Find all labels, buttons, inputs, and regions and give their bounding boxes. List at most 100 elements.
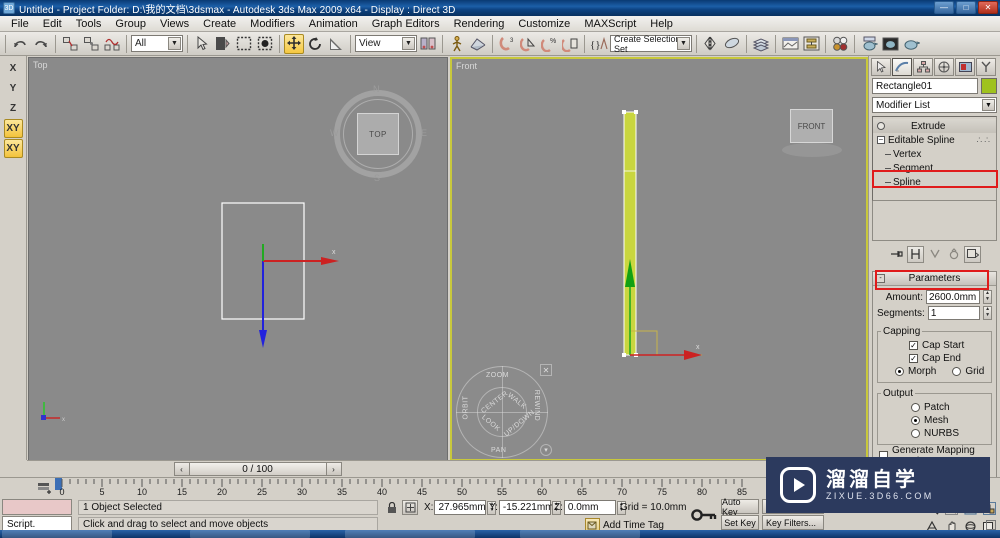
morph-radio[interactable] xyxy=(895,367,904,376)
wheel-rewind-label[interactable]: REWIND xyxy=(533,390,540,421)
amount-spinner[interactable]: ▲ ▼ xyxy=(983,290,992,304)
minimize-button[interactable]: — xyxy=(934,1,954,14)
cap-start-row[interactable]: ✓ Cap Start xyxy=(881,339,988,352)
x-coordinate-field[interactable]: 27.965mm xyxy=(434,500,487,515)
select-and-link-icon[interactable] xyxy=(60,34,80,54)
wheel-orbit-label[interactable]: ORBIT xyxy=(462,396,469,420)
stack-subitem-spline[interactable]: Spline xyxy=(883,175,996,189)
y-coordinate-field[interactable]: -15.221mm xyxy=(498,500,553,515)
nurbs-radio[interactable] xyxy=(911,429,920,438)
cap-end-checkbox[interactable]: ✓ xyxy=(909,354,918,363)
chevron-down-icon[interactable]: ▼ xyxy=(402,37,415,50)
segments-spinner[interactable]: ▲ ▼ xyxy=(983,306,992,320)
z-coordinate-field[interactable]: 0.0mm xyxy=(563,500,616,515)
align-icon[interactable] xyxy=(722,34,742,54)
viewcube-south-label[interactable]: S xyxy=(374,173,380,183)
mirror-icon[interactable] xyxy=(701,34,721,54)
named-selection-sets-icon[interactable]: {} xyxy=(589,34,609,54)
display-tab[interactable] xyxy=(955,58,975,76)
create-tab[interactable] xyxy=(871,58,891,76)
select-and-move-icon[interactable] xyxy=(284,33,304,54)
remove-modifier-button[interactable] xyxy=(945,246,962,263)
parameters-rollout-header[interactable]: - Parameters xyxy=(873,272,996,286)
select-object-icon[interactable] xyxy=(192,34,212,54)
curve-editor-icon[interactable] xyxy=(780,34,800,54)
grid-radio[interactable] xyxy=(952,367,962,376)
axis-constraint-x[interactable]: X xyxy=(4,59,23,78)
cap-end-row[interactable]: ✓ Cap End xyxy=(881,352,988,365)
menu-edit[interactable]: Edit xyxy=(36,17,69,31)
rendered-frame-window-icon[interactable] xyxy=(880,34,900,54)
select-by-name-icon[interactable] xyxy=(213,34,233,54)
steering-wheel[interactable]: ZOOM PAN ORBIT REWIND CENTER WALK LOOK U… xyxy=(456,364,552,458)
axis-constraint-z[interactable]: Z xyxy=(4,99,23,118)
mesh-radio[interactable] xyxy=(911,416,920,425)
spinner-snap-toggle-icon[interactable] xyxy=(560,34,580,54)
viewcube-west-label[interactable]: W xyxy=(330,128,339,138)
axis-constraint-plane-toggle[interactable]: XY xyxy=(3,139,23,158)
select-and-rotate-icon[interactable] xyxy=(305,34,325,54)
rectangular-selection-region-icon[interactable] xyxy=(234,34,254,54)
close-icon[interactable]: ✕ xyxy=(540,364,552,376)
next-frame-button[interactable]: › xyxy=(325,462,342,476)
add-time-tag-label[interactable]: Add Time Tag xyxy=(603,520,664,531)
menu-create[interactable]: Create xyxy=(196,17,243,31)
menu-file[interactable]: File xyxy=(4,17,36,31)
motion-tab[interactable] xyxy=(934,58,954,76)
configure-modifier-sets-button[interactable] xyxy=(964,245,981,263)
viewcube-east-label[interactable]: E xyxy=(421,128,427,138)
stack-item-editable-spline[interactable]: – Editable Spline ∴∴ xyxy=(873,133,996,147)
redo-icon[interactable] xyxy=(31,34,51,54)
snaps-toggle-icon[interactable] xyxy=(468,34,488,54)
wheel-pan-label[interactable]: PAN xyxy=(491,447,506,454)
stack-item-extrude[interactable]: Extrude xyxy=(873,119,996,133)
key-toggle-icon[interactable] xyxy=(690,500,718,530)
modifier-list-dropdown[interactable]: Modifier List ▼ xyxy=(872,97,997,113)
axis-constraint-xy[interactable]: XY xyxy=(3,119,23,138)
segments-field[interactable]: 1 xyxy=(927,306,981,320)
stack-subitem-vertex[interactable]: Vertex xyxy=(883,147,996,161)
object-color-swatch[interactable] xyxy=(981,78,997,94)
cap-start-checkbox[interactable]: ✓ xyxy=(909,341,918,350)
make-unique-button[interactable] xyxy=(926,246,943,263)
material-editor-icon[interactable] xyxy=(830,34,850,54)
show-end-result-button[interactable] xyxy=(907,245,924,263)
snap-3d-icon[interactable]: 3 xyxy=(497,34,517,54)
key-filters-button[interactable]: Key Filters... xyxy=(762,515,824,530)
patch-row[interactable]: Patch xyxy=(881,401,988,414)
percent-snap-toggle-icon[interactable]: % xyxy=(539,34,559,54)
maxscript-mini-listener[interactable] xyxy=(2,499,72,515)
select-and-scale-icon[interactable] xyxy=(326,34,346,54)
set-key-button[interactable]: Set Key xyxy=(721,515,759,530)
viewcube-top-face[interactable]: TOP xyxy=(357,113,399,155)
menu-customize[interactable]: Customize xyxy=(511,17,577,31)
angle-snap-toggle-icon[interactable] xyxy=(518,34,538,54)
viewcube-front[interactable]: FRONT xyxy=(778,109,848,161)
menu-help[interactable]: Help xyxy=(643,17,680,31)
amount-field[interactable]: 2600.0mm xyxy=(926,290,980,304)
menu-rendering[interactable]: Rendering xyxy=(447,17,512,31)
viewcube-front-face[interactable]: FRONT xyxy=(790,109,833,143)
window-crossing-icon[interactable] xyxy=(255,34,275,54)
menu-views[interactable]: Views xyxy=(153,17,196,31)
taskbar-start-chip[interactable] xyxy=(2,530,112,538)
light-bulb-icon[interactable] xyxy=(877,122,885,130)
axis-constraint-y[interactable]: Y xyxy=(4,79,23,98)
menu-graph-editors[interactable]: Graph Editors xyxy=(365,17,447,31)
bind-to-space-warp-icon[interactable] xyxy=(102,34,122,54)
chevron-down-icon[interactable]: ▼ xyxy=(982,99,995,111)
menu-modifiers[interactable]: Modifiers xyxy=(243,17,302,31)
viewport-top[interactable]: Top x x N E S W TOP xyxy=(28,57,448,461)
stack-subitem-segment[interactable]: Segment xyxy=(883,161,996,175)
previous-frame-button[interactable]: ‹ xyxy=(173,462,190,476)
wheel-zoom-label[interactable]: ZOOM xyxy=(486,372,509,379)
close-button[interactable]: ✕ xyxy=(978,1,998,14)
selection-lock-icon[interactable] xyxy=(385,501,399,515)
named-selection-set-field[interactable]: Create Selection Set ▼ xyxy=(610,34,692,54)
current-frame-label[interactable]: 0 / 100 xyxy=(189,462,326,476)
viewcube-north-label[interactable]: N xyxy=(373,84,380,94)
utilities-tab[interactable] xyxy=(976,58,996,76)
menu-maxscript[interactable]: MAXScript xyxy=(577,17,643,31)
hierarchy-tab[interactable] xyxy=(913,58,933,76)
modifier-stack[interactable]: Extrude – Editable Spline ∴∴ Vertex Segm… xyxy=(872,116,997,201)
